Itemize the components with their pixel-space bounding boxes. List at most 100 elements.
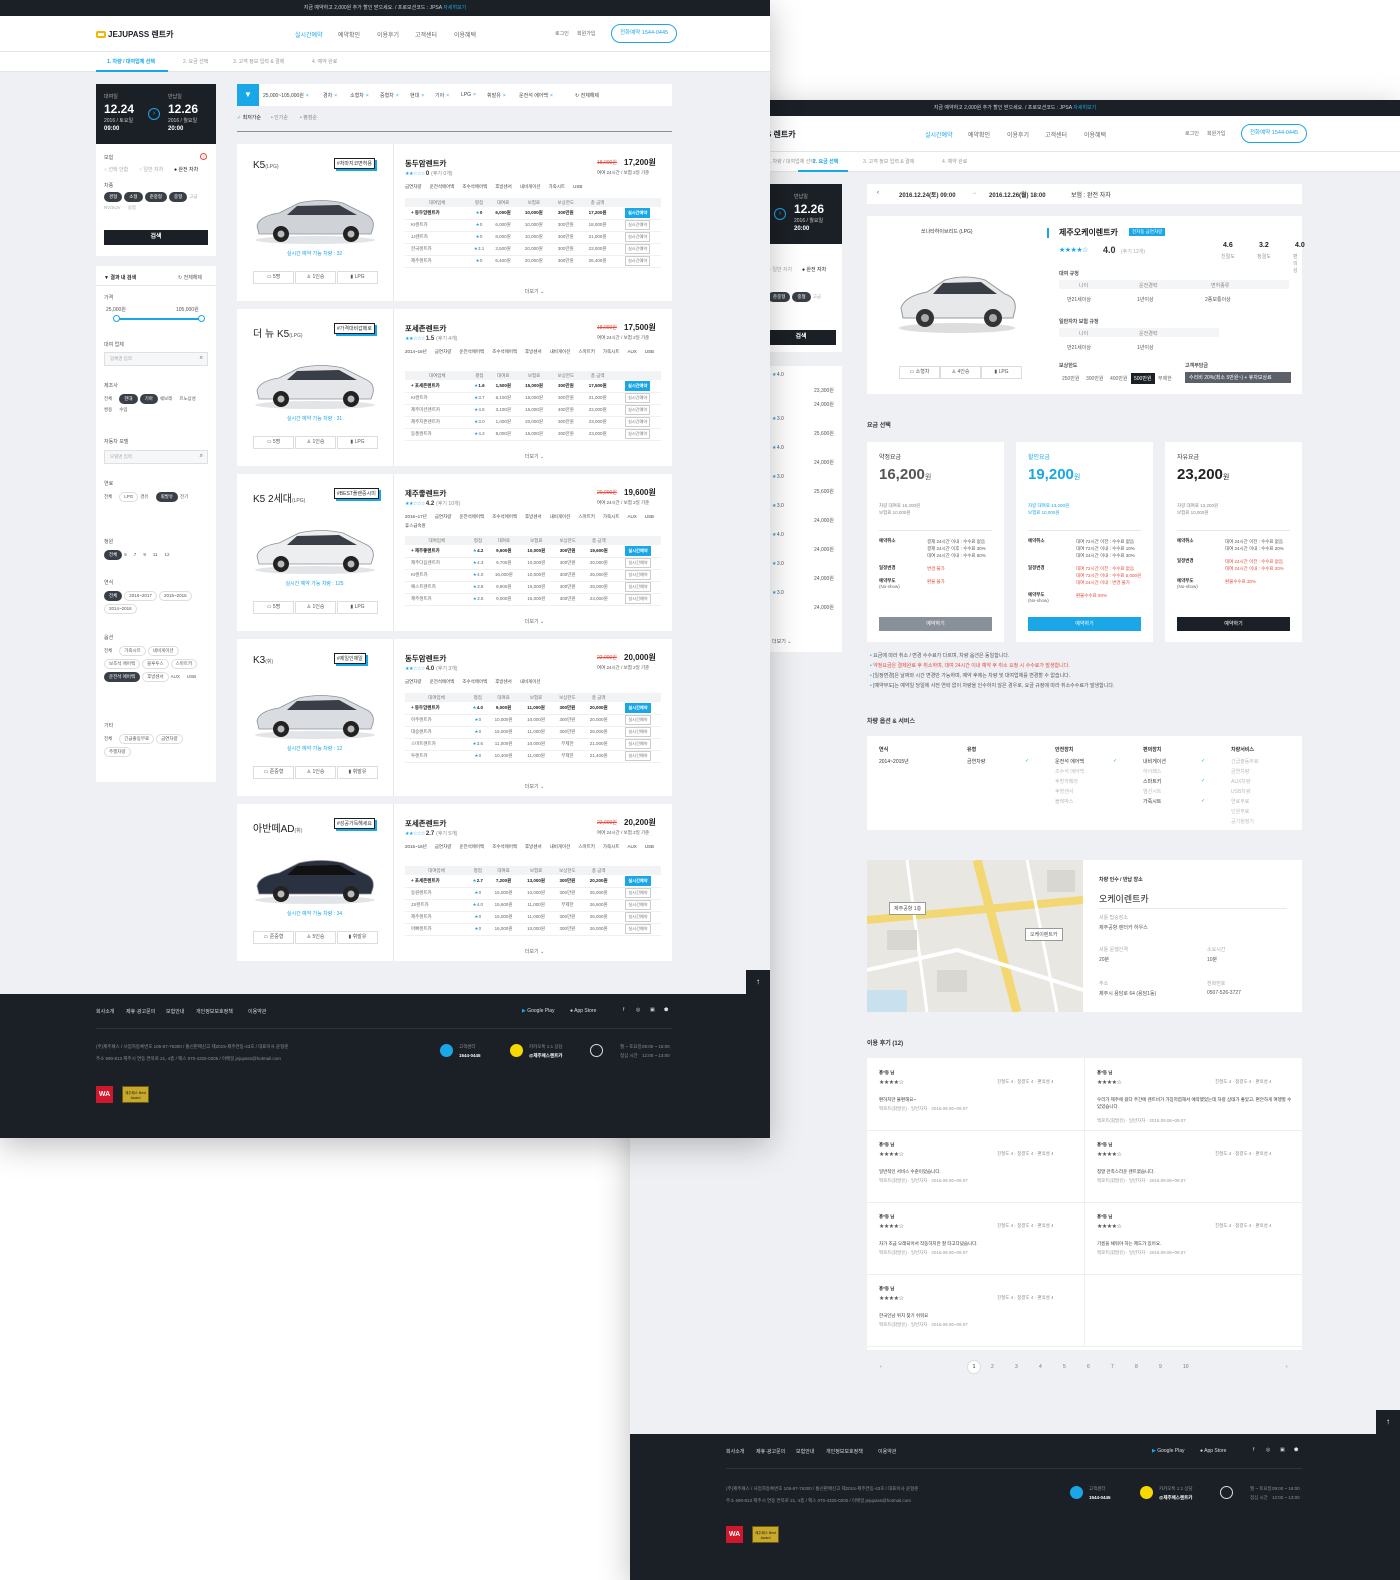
more-button[interactable]: 더보기 ⌄ xyxy=(237,618,672,625)
nav-review[interactable]: 이용후기 xyxy=(1007,130,1029,139)
talk-icon[interactable]: ▣ xyxy=(1280,1447,1285,1453)
car-card[interactable]: 아반떼AD(휘) #성공가득해세요 실시간 예약 가능 차량 : 34 ▭ 준중형 ♙ … xyxy=(237,804,672,961)
table-row[interactable]: JS렌트카 ★ 4.0 15,600원 11,000원 무제한 26,600원 실시간예약 xyxy=(405,899,661,912)
app-store-link[interactable]: ● App Store xyxy=(570,1008,596,1014)
logo[interactable]: JEJUPASS 렌트카 xyxy=(96,29,174,40)
realtime-book-button[interactable]: 실시간예약 xyxy=(625,751,651,761)
car-type-chip[interactable]: 경형 xyxy=(104,192,123,202)
ins-opt-full[interactable]: ● 완전 자차 xyxy=(174,166,198,173)
seat-chip[interactable]: 11 xyxy=(153,552,158,557)
remove-icon[interactable]: × xyxy=(446,93,449,99)
page-number[interactable]: 4 xyxy=(1039,1364,1042,1370)
price-slider-track[interactable] xyxy=(116,318,202,320)
search-button[interactable]: 검색 xyxy=(104,230,208,245)
limit-option[interactable]: 500만원 xyxy=(1131,373,1155,384)
fee-card[interactable]: 약정요금 16,200원 차량 대여료 16,200원 보험료 10,000원 예약취소… xyxy=(867,442,1004,642)
realtime-book-button[interactable]: 실시간예약 xyxy=(624,244,651,254)
footer-link[interactable]: 개인정보보호정책 xyxy=(196,1008,233,1015)
footer-link[interactable]: 이용약관 xyxy=(248,1008,266,1015)
option-chip[interactable]: 가죽시트 xyxy=(119,646,146,656)
search-icon[interactable]: ⌕ xyxy=(200,453,203,460)
price-slider-max-handle[interactable] xyxy=(198,315,205,322)
realtime-book-button[interactable]: 실시간예약 xyxy=(625,888,651,898)
fee-card[interactable]: 할인요금 19,200원 차량 대여료 13,200원 보험료 10,000원 예약취소… xyxy=(1016,442,1153,642)
realtime-book-button[interactable]: 실시간예약 xyxy=(625,393,651,403)
filter-reset-all[interactable]: ↻ 전체해제 xyxy=(575,92,599,99)
car-card[interactable]: K3(휘) #제일인제일 실시간 예약 가능 차량 : 12 ▭ 준중형 ♙ 1인승 ▮ … xyxy=(237,639,672,796)
shield-icon[interactable]: ⬟ xyxy=(664,1007,668,1013)
option-chip[interactable]: 블루투스 xyxy=(142,659,169,669)
realtime-book-button[interactable]: 실시간예약 xyxy=(625,545,651,556)
date-panel[interactable]: 대여일 12.24 2016 / 토요일 09:00 › 반납일 12.26 2… xyxy=(96,84,216,144)
realtime-book-button[interactable]: 실시간예약 xyxy=(625,875,651,886)
nav-support[interactable]: 고객센터 xyxy=(415,30,437,39)
car-type-chip[interactable]: 준중형 xyxy=(144,192,167,202)
footer-link[interactable]: 회사소개 xyxy=(96,1008,114,1015)
year-chip[interactable]: 2016~2017 xyxy=(124,591,157,601)
filter-chip[interactable]: 소형차 × xyxy=(350,92,369,99)
table-row[interactable]: + 포세존렌트카 ★ 2.7 7,200원 13,000원 300만원 20,200원 실시… xyxy=(405,875,661,888)
company-name[interactable]: 동두암렌트카 xyxy=(405,653,446,664)
etc-chip[interactable]: 전체 xyxy=(104,736,112,742)
realtime-book-button[interactable]: 실시간예약 xyxy=(624,220,651,230)
call-button[interactable]: 전화예약 1544-0445 xyxy=(611,24,678,43)
table-row[interactable]: 한국렌트카 ★ 3.1 3,500원 20,000원 300만원 23,000원 실시간예약 xyxy=(405,243,661,256)
table-row[interactable]: 아주렌트카 ★ 0 10,000원 10,000원 300만원 20,000원 실시간예약 xyxy=(405,714,661,727)
footer-link[interactable]: 보험안내 xyxy=(166,1008,184,1015)
price-slider-min-handle[interactable] xyxy=(113,315,120,322)
filter-chip[interactable]: 경차 × xyxy=(323,92,337,99)
table-row[interactable]: 제주미션렌트카 ★ 4.5 3,100원 15,000원 400만원 22,000원 실시간… xyxy=(405,404,661,417)
review-count[interactable]: (후기 4개) xyxy=(436,336,457,342)
maker-chip[interactable]: 쉐보레 xyxy=(160,396,172,402)
etc-chip[interactable]: 긴급출동무료 xyxy=(119,734,155,744)
review-count[interactable]: (후기 0개) xyxy=(431,171,452,177)
table-row[interactable]: + 동두암렌트카 ★ 0 6,000원 10,000원 300만원 17,200원 실시간예… xyxy=(405,207,661,220)
page-number[interactable]: 2 xyxy=(991,1364,994,1370)
table-row[interactable]: 제주렌트카 ★ 0 6,400원 20,000원 300만원 26,400원 실시간예약 xyxy=(405,255,661,268)
car-type-chip[interactable]: 준중형 xyxy=(768,292,791,302)
scroll-top-button[interactable]: ↑ xyxy=(746,970,770,994)
car-type-chip[interactable]: 중형 xyxy=(792,292,811,302)
page-number[interactable]: 7 xyxy=(1111,1364,1114,1370)
facebook-icon[interactable]: f xyxy=(623,1007,624,1013)
login-link[interactable]: 로그인 xyxy=(1185,130,1199,137)
sort-popular[interactable]: • 인기순 xyxy=(271,114,288,121)
etc-chip[interactable]: 주행차량 xyxy=(104,747,131,757)
maker-chip[interactable]: 전체 xyxy=(104,396,112,402)
back-icon[interactable]: ‹ xyxy=(877,190,879,196)
car-card[interactable]: 더 뉴 K5(LPG) #가격대비갑메로 실시간 예약 가능 차량 : 31 ▭ 5명… xyxy=(237,309,672,466)
promo-link[interactable]: 자세히보기 xyxy=(443,5,466,11)
remove-icon[interactable]: × xyxy=(306,93,309,99)
limit-option[interactable]: 무제한 xyxy=(1155,373,1175,384)
shield-icon[interactable]: ⬟ xyxy=(1294,1447,1298,1453)
review-count[interactable]: (후기 3개) xyxy=(436,666,457,672)
car-card[interactable]: K5(LPG) #처마지코면허용 실시간 예약 가능 차량 : 32 ▭ 5명 ♙ 1인… xyxy=(237,144,672,301)
kakao-id[interactable]: @제주패스렌트카 xyxy=(1159,1495,1192,1501)
table-row[interactable]: 동풍렌트카 ★ 4.2 8,000원 15,000원 300만원 23,000원 실시간예약 xyxy=(405,428,661,441)
nav-check[interactable]: 예약확인 xyxy=(338,30,360,39)
footer-link[interactable]: 제휴·광고문의 xyxy=(126,1008,155,1015)
seat-chip[interactable]: 9 xyxy=(143,552,146,557)
seat-chip[interactable]: 7 xyxy=(134,552,137,557)
realtime-book-button[interactable]: 실시간예약 xyxy=(625,405,651,415)
fuel-chip[interactable]: 전체 xyxy=(104,494,112,500)
signup-link[interactable]: 회원가입 xyxy=(1207,130,1225,137)
limit-option[interactable]: 250만원 xyxy=(1059,373,1083,384)
option-chip[interactable]: 전체 xyxy=(104,648,112,654)
more-button[interactable]: 더보기 ⌄ xyxy=(237,783,672,790)
realtime-book-button[interactable]: 실시간예약 xyxy=(625,582,651,592)
footer-link[interactable]: 제휴·광고문의 xyxy=(756,1448,785,1455)
car-type-chip[interactable]: 고급 xyxy=(189,194,197,200)
map-marker-company[interactable]: 오케이렌트카 xyxy=(1025,928,1063,941)
next-page-button[interactable]: › xyxy=(1286,1364,1288,1370)
google-play-link[interactable]: ▶ Google Play xyxy=(1152,1448,1184,1454)
ins-opt-none[interactable]: ○ 선택 안함 xyxy=(104,166,128,173)
option-chip[interactable]: 후방센서 xyxy=(142,672,169,682)
footer-link[interactable]: 이용약관 xyxy=(878,1448,896,1455)
search-button[interactable]: 검색 xyxy=(766,330,836,345)
realtime-book-button[interactable]: 실시간예약 xyxy=(624,256,651,266)
page-number[interactable]: 1 xyxy=(967,1360,981,1374)
page-number[interactable]: 9 xyxy=(1159,1364,1162,1370)
fuel-chip[interactable]: 전기 xyxy=(180,494,188,500)
option-chip[interactable]: USB xyxy=(187,674,196,679)
